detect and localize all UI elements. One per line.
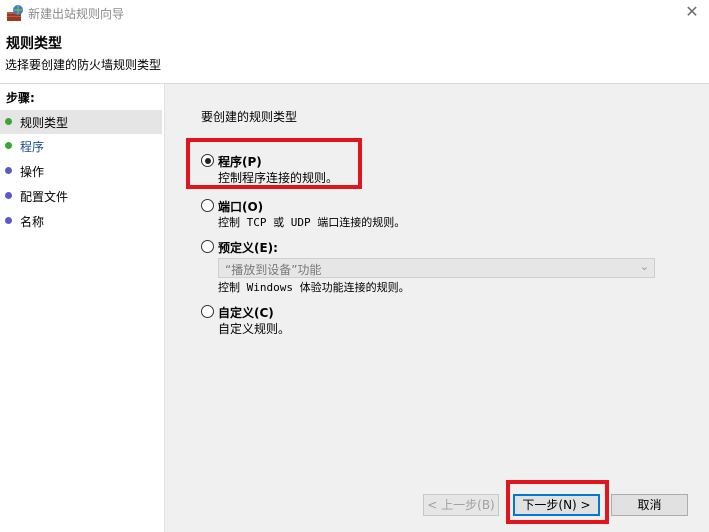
step-name[interactable]: 名称: [0, 209, 162, 233]
steps-sidebar: 步骤: 规则类型 程序 操作 配置文件 名称: [0, 84, 164, 532]
step-action[interactable]: 操作: [0, 159, 162, 183]
step-label: 程序: [20, 140, 45, 154]
option-label[interactable]: 端口(O): [218, 198, 263, 215]
step-label: 操作: [20, 165, 45, 179]
step-rule-type[interactable]: 规则类型: [0, 110, 162, 134]
predefined-radio[interactable]: [201, 240, 214, 253]
step-program[interactable]: 程序: [0, 134, 162, 158]
dropdown-selected-value: “播放到设备”功能: [225, 263, 322, 277]
step-status-dot-icon: [5, 217, 12, 224]
steps-heading: 步骤:: [6, 91, 35, 105]
step-label: 规则类型: [20, 116, 69, 130]
next-button[interactable]: 下一步(N) >: [513, 494, 600, 516]
step-label: 配置文件: [20, 190, 69, 204]
option-description: 控制 TCP 或 UDP 端口连接的规则。: [218, 216, 406, 229]
page-title: 规则类型: [6, 36, 62, 52]
cancel-button[interactable]: 取消: [611, 494, 688, 516]
chevron-down-icon: ⌄: [639, 260, 649, 273]
firewall-app-icon: [7, 5, 23, 21]
close-icon[interactable]: ✕: [681, 2, 703, 24]
back-button[interactable]: < 上一步(B): [423, 494, 499, 516]
step-status-dot-icon: [5, 142, 12, 149]
option-label[interactable]: 预定义(E):: [218, 239, 278, 256]
page-subtitle: 选择要创建的防火墙规则类型: [5, 58, 162, 72]
step-status-dot-icon: [5, 192, 12, 199]
title-bar: 新建出站规则向导 ✕: [0, 0, 709, 26]
option-label[interactable]: 自定义(C): [218, 304, 274, 321]
option-description: 自定义规则。: [218, 322, 291, 336]
program-option-highlight: [186, 138, 362, 189]
port-radio[interactable]: [201, 199, 214, 212]
step-label: 名称: [20, 215, 45, 229]
custom-radio[interactable]: [201, 305, 214, 318]
window-title: 新建出站规则向导: [28, 7, 125, 21]
step-status-dot-icon: [5, 118, 12, 125]
step-profile[interactable]: 配置文件: [0, 184, 162, 208]
predefined-dropdown[interactable]: “播放到设备”功能 ⌄: [218, 258, 655, 278]
step-status-dot-icon: [5, 167, 12, 174]
predefined-description: 控制 Windows 体验功能连接的规则。: [218, 281, 410, 294]
wizard-header: 规则类型 选择要创建的防火墙规则类型: [0, 26, 709, 84]
rule-type-prompt: 要创建的规则类型: [201, 110, 298, 124]
